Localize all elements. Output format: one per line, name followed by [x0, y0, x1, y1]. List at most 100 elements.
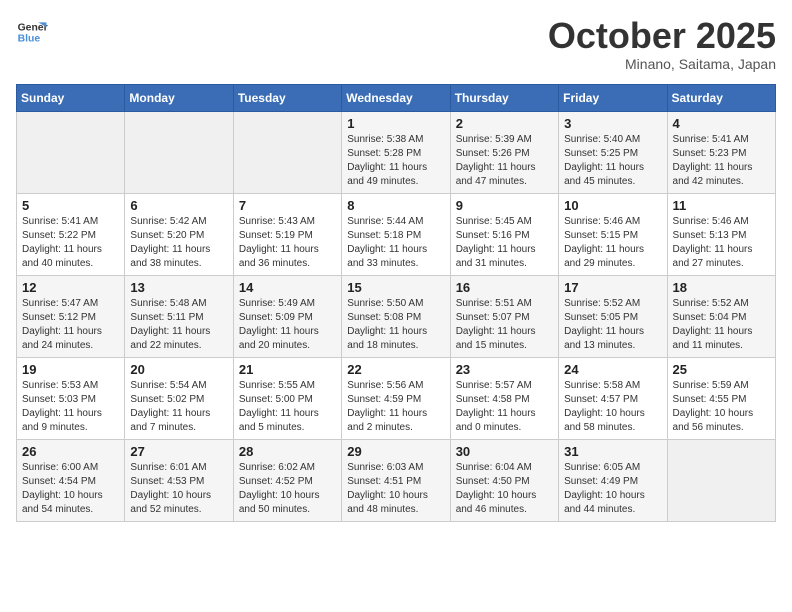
- day-number: 27: [130, 444, 227, 459]
- cell-info: Sunrise: 5:45 AM Sunset: 5:16 PM Dayligh…: [456, 215, 553, 271]
- cell-info: Sunrise: 5:46 AM Sunset: 5:13 PM Dayligh…: [673, 215, 770, 271]
- location: Minano, Saitama, Japan: [548, 56, 776, 72]
- day-number: 24: [564, 362, 661, 377]
- calendar-cell: 14 Sunrise: 5:49 AM Sunset: 5:09 PM Dayli…: [233, 275, 341, 357]
- calendar-cell: 18 Sunrise: 5:52 AM Sunset: 5:04 PM Dayli…: [667, 275, 775, 357]
- cell-info: Sunrise: 6:01 AM Sunset: 4:53 PM Dayligh…: [130, 461, 227, 517]
- calendar-table: SundayMondayTuesdayWednesdayThursdayFrid…: [16, 84, 776, 522]
- weekday-header: Thursday: [450, 84, 558, 111]
- calendar-cell: [17, 111, 125, 193]
- calendar-cell: 9 Sunrise: 5:45 AM Sunset: 5:16 PM Daylig…: [450, 193, 558, 275]
- calendar-cell: 22 Sunrise: 5:56 AM Sunset: 4:59 PM Dayli…: [342, 357, 450, 439]
- day-number: 20: [130, 362, 227, 377]
- cell-info: Sunrise: 5:40 AM Sunset: 5:25 PM Dayligh…: [564, 133, 661, 189]
- calendar-cell: 8 Sunrise: 5:44 AM Sunset: 5:18 PM Daylig…: [342, 193, 450, 275]
- day-number: 6: [130, 198, 227, 213]
- page-header: General Blue October 2025 Minano, Saitam…: [16, 16, 776, 72]
- calendar-cell: 10Sunrise: 5:46 AM Sunset: 5:15 PM Dayli…: [559, 193, 667, 275]
- weekday-header: Wednesday: [342, 84, 450, 111]
- day-number: 18: [673, 280, 770, 295]
- day-number: 19: [22, 362, 119, 377]
- cell-info: Sunrise: 5:43 AM Sunset: 5:19 PM Dayligh…: [239, 215, 336, 271]
- calendar-week-row: 1 Sunrise: 5:38 AM Sunset: 5:28 PM Daylig…: [17, 111, 776, 193]
- day-number: 2: [456, 116, 553, 131]
- day-number: 25: [673, 362, 770, 377]
- cell-info: Sunrise: 5:41 AM Sunset: 5:22 PM Dayligh…: [22, 215, 119, 271]
- day-number: 9: [456, 198, 553, 213]
- calendar-cell: 25 Sunrise: 5:59 AM Sunset: 4:55 PM Dayli…: [667, 357, 775, 439]
- weekday-header: Saturday: [667, 84, 775, 111]
- calendar-cell: 23Sunrise: 5:57 AM Sunset: 4:58 PM Dayli…: [450, 357, 558, 439]
- title-block: October 2025 Minano, Saitama, Japan: [548, 16, 776, 72]
- day-number: 16: [456, 280, 553, 295]
- day-number: 15: [347, 280, 444, 295]
- cell-info: Sunrise: 5:53 AM Sunset: 5:03 PM Dayligh…: [22, 379, 119, 435]
- cell-info: Sunrise: 5:56 AM Sunset: 4:59 PM Dayligh…: [347, 379, 444, 435]
- day-number: 17: [564, 280, 661, 295]
- calendar-cell: 17Sunrise: 5:52 AM Sunset: 5:05 PM Dayli…: [559, 275, 667, 357]
- weekday-header: Friday: [559, 84, 667, 111]
- cell-info: Sunrise: 5:49 AM Sunset: 5:09 PM Dayligh…: [239, 297, 336, 353]
- calendar-cell: 28 Sunrise: 6:02 AM Sunset: 4:52 PM Dayli…: [233, 439, 341, 521]
- cell-info: Sunrise: 5:52 AM Sunset: 5:04 PM Dayligh…: [673, 297, 770, 353]
- svg-text:Blue: Blue: [18, 34, 41, 45]
- calendar-cell: 7 Sunrise: 5:43 AM Sunset: 5:19 PM Daylig…: [233, 193, 341, 275]
- cell-info: Sunrise: 6:04 AM Sunset: 4:50 PM Dayligh…: [456, 461, 553, 517]
- day-number: 30: [456, 444, 553, 459]
- calendar-cell: 21 Sunrise: 5:55 AM Sunset: 5:00 PM Dayli…: [233, 357, 341, 439]
- day-number: 21: [239, 362, 336, 377]
- month-title: October 2025: [548, 16, 776, 56]
- cell-info: Sunrise: 6:03 AM Sunset: 4:51 PM Dayligh…: [347, 461, 444, 517]
- weekday-header-row: SundayMondayTuesdayWednesdayThursdayFrid…: [17, 84, 776, 111]
- calendar-cell: 15 Sunrise: 5:50 AM Sunset: 5:08 PM Dayli…: [342, 275, 450, 357]
- day-number: 14: [239, 280, 336, 295]
- day-number: 28: [239, 444, 336, 459]
- calendar-cell: [125, 111, 233, 193]
- calendar-cell: 6 Sunrise: 5:42 AM Sunset: 5:20 PM Daylig…: [125, 193, 233, 275]
- calendar-cell: 3Sunrise: 5:40 AM Sunset: 5:25 PM Daylig…: [559, 111, 667, 193]
- cell-info: Sunrise: 5:39 AM Sunset: 5:26 PM Dayligh…: [456, 133, 553, 189]
- day-number: 31: [564, 444, 661, 459]
- calendar-cell: 1 Sunrise: 5:38 AM Sunset: 5:28 PM Daylig…: [342, 111, 450, 193]
- calendar-cell: 12 Sunrise: 5:47 AM Sunset: 5:12 PM Dayli…: [17, 275, 125, 357]
- calendar-cell: 2 Sunrise: 5:39 AM Sunset: 5:26 PM Daylig…: [450, 111, 558, 193]
- cell-info: Sunrise: 5:55 AM Sunset: 5:00 PM Dayligh…: [239, 379, 336, 435]
- calendar-cell: 27 Sunrise: 6:01 AM Sunset: 4:53 PM Dayli…: [125, 439, 233, 521]
- logo-icon: General Blue: [16, 16, 48, 48]
- weekday-header: Monday: [125, 84, 233, 111]
- cell-info: Sunrise: 5:44 AM Sunset: 5:18 PM Dayligh…: [347, 215, 444, 271]
- cell-info: Sunrise: 5:59 AM Sunset: 4:55 PM Dayligh…: [673, 379, 770, 435]
- cell-info: Sunrise: 5:58 AM Sunset: 4:57 PM Dayligh…: [564, 379, 661, 435]
- cell-info: Sunrise: 6:05 AM Sunset: 4:49 PM Dayligh…: [564, 461, 661, 517]
- day-number: 29: [347, 444, 444, 459]
- cell-info: Sunrise: 5:50 AM Sunset: 5:08 PM Dayligh…: [347, 297, 444, 353]
- cell-info: Sunrise: 5:54 AM Sunset: 5:02 PM Dayligh…: [130, 379, 227, 435]
- cell-info: Sunrise: 5:47 AM Sunset: 5:12 PM Dayligh…: [22, 297, 119, 353]
- weekday-header: Sunday: [17, 84, 125, 111]
- day-number: 4: [673, 116, 770, 131]
- cell-info: Sunrise: 5:51 AM Sunset: 5:07 PM Dayligh…: [456, 297, 553, 353]
- cell-info: Sunrise: 5:42 AM Sunset: 5:20 PM Dayligh…: [130, 215, 227, 271]
- calendar-cell: 31 Sunrise: 6:05 AM Sunset: 4:49 PM Dayli…: [559, 439, 667, 521]
- calendar-cell: 24 Sunrise: 5:58 AM Sunset: 4:57 PM Dayli…: [559, 357, 667, 439]
- day-number: 12: [22, 280, 119, 295]
- weekday-header: Tuesday: [233, 84, 341, 111]
- calendar-cell: 4Sunrise: 5:41 AM Sunset: 5:23 PM Daylig…: [667, 111, 775, 193]
- cell-info: Sunrise: 6:02 AM Sunset: 4:52 PM Dayligh…: [239, 461, 336, 517]
- day-number: 7: [239, 198, 336, 213]
- calendar-cell: 11 Sunrise: 5:46 AM Sunset: 5:13 PM Dayli…: [667, 193, 775, 275]
- calendar-cell: 20 Sunrise: 5:54 AM Sunset: 5:02 PM Dayli…: [125, 357, 233, 439]
- cell-info: Sunrise: 5:38 AM Sunset: 5:28 PM Dayligh…: [347, 133, 444, 189]
- calendar-week-row: 26Sunrise: 6:00 AM Sunset: 4:54 PM Dayli…: [17, 439, 776, 521]
- calendar-week-row: 19 Sunrise: 5:53 AM Sunset: 5:03 PM Dayli…: [17, 357, 776, 439]
- calendar-cell: 16 Sunrise: 5:51 AM Sunset: 5:07 PM Dayli…: [450, 275, 558, 357]
- day-number: 8: [347, 198, 444, 213]
- calendar-week-row: 5 Sunrise: 5:41 AM Sunset: 5:22 PM Daylig…: [17, 193, 776, 275]
- day-number: 1: [347, 116, 444, 131]
- day-number: 5: [22, 198, 119, 213]
- day-number: 23: [456, 362, 553, 377]
- day-number: 22: [347, 362, 444, 377]
- calendar-cell: [233, 111, 341, 193]
- day-number: 10: [564, 198, 661, 213]
- day-number: 11: [673, 198, 770, 213]
